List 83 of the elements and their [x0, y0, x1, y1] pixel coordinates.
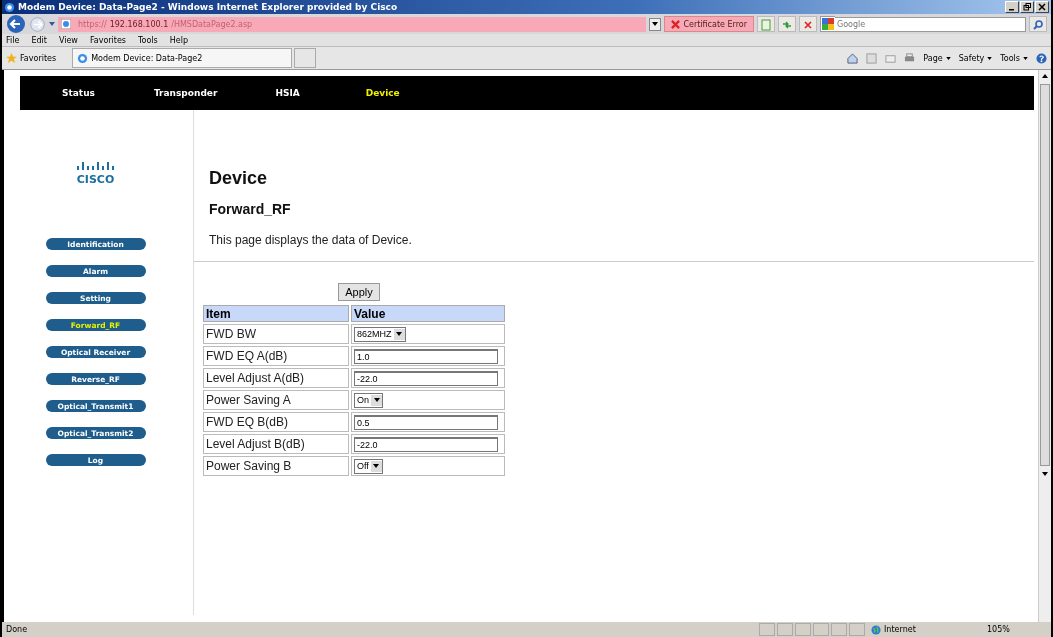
favorites-button[interactable]: Favorites — [6, 52, 57, 64]
caret-icon — [652, 22, 659, 26]
nav-tab[interactable]: Device — [365, 88, 400, 98]
restore-button[interactable] — [1020, 1, 1034, 13]
refresh-icon — [781, 19, 793, 31]
address-field[interactable]: https:// 192.168.100.1 /HMSDataPage2.asp — [58, 16, 647, 32]
input-field[interactable]: 1.0 — [354, 348, 498, 364]
menu-item[interactable]: Edit — [31, 35, 47, 45]
stop-icon — [802, 19, 814, 31]
zoom-level[interactable]: 105% — [987, 625, 1047, 634]
dropdown-caret-icon[interactable] — [49, 22, 55, 26]
close-icon — [1038, 3, 1046, 11]
status-pane — [777, 623, 793, 636]
page-description: This page displays the data of Device. — [209, 233, 413, 247]
restore-icon — [1023, 3, 1031, 11]
dropdown[interactable]: On — [354, 392, 383, 408]
page-icon — [760, 19, 772, 31]
page-title: Device — [209, 168, 269, 189]
caret-icon — [1023, 56, 1028, 60]
status-pane — [813, 623, 829, 636]
page-subtitle: Forward_RF — [209, 201, 292, 217]
caret-icon — [987, 56, 993, 60]
nav-tab[interactable]: HSIA — [275, 88, 300, 98]
home-icon[interactable] — [847, 52, 859, 64]
browser-tab[interactable]: Modem Device: Data-Page2 — [72, 48, 293, 68]
caret-icon — [373, 398, 380, 402]
help-icon[interactable] — [1036, 52, 1047, 64]
command-menu[interactable]: Safety — [958, 53, 993, 63]
certificate-error-button[interactable]: Certificate Error — [664, 16, 754, 32]
page-icon — [61, 19, 71, 29]
command-menu[interactable]: Tools — [1000, 53, 1028, 63]
input-field[interactable]: -22.0 — [354, 370, 498, 386]
table-cell: FWD BW — [203, 324, 349, 344]
apply-button[interactable]: Apply — [338, 283, 380, 301]
error-cross-icon — [671, 19, 681, 29]
scroll-up-icon[interactable] — [1042, 74, 1048, 78]
close-button[interactable] — [1035, 1, 1049, 13]
caret-icon — [373, 464, 380, 468]
star-icon — [6, 52, 17, 64]
table-cell: Power Saving B — [203, 456, 349, 476]
menu-item[interactable]: File — [6, 35, 20, 45]
table-cell: FWD EQ A(dB) — [203, 346, 349, 366]
table-cell: Level Adjust B(dB) — [203, 434, 349, 454]
table-cell: FWD EQ B(dB) — [203, 412, 349, 432]
search-icon — [1032, 19, 1044, 31]
minimize-button[interactable] — [1005, 1, 1019, 13]
search-button[interactable] — [1029, 16, 1047, 32]
command-menu[interactable]: Page — [923, 53, 951, 63]
menu-item[interactable]: Tools — [138, 35, 158, 45]
menu-item[interactable]: View — [58, 35, 78, 45]
stop-button[interactable] — [799, 16, 817, 32]
caret-icon — [945, 56, 951, 60]
nav-tab[interactable]: Status — [62, 88, 95, 98]
vertical-scrollbar[interactable] — [1038, 70, 1051, 622]
back-button[interactable] — [6, 14, 26, 34]
refresh-button[interactable] — [778, 16, 796, 32]
status-pane — [849, 623, 865, 636]
input-field[interactable]: 0.5 — [354, 414, 498, 430]
status-pane — [795, 623, 811, 636]
logo-text: CISCO — [76, 173, 115, 186]
globe-icon — [871, 624, 881, 635]
dropdown[interactable]: 862MHZ — [354, 326, 406, 342]
menu-item[interactable]: Favorites — [89, 35, 126, 45]
input-field[interactable]: -22.0 — [354, 436, 498, 452]
caret-icon — [396, 332, 402, 336]
window-title: Modem Device: Data-Page2 - Windows Internet Explorer provided by Cisco — [18, 2, 399, 12]
address-dropdown-button[interactable] — [649, 17, 662, 31]
menu-item[interactable]: Help — [169, 35, 188, 45]
status-pane — [831, 623, 847, 636]
logo-bars-icon — [75, 160, 116, 172]
dropdown[interactable]: Off — [354, 458, 383, 474]
column-header: Value — [351, 305, 505, 322]
table-cell: Power Saving A — [203, 390, 349, 410]
table-cell: Level Adjust A(dB) — [203, 368, 349, 388]
security-zone: Internet — [871, 624, 981, 635]
scroll-down-icon[interactable] — [1042, 472, 1048, 476]
status-pane — [759, 623, 775, 636]
page-icon — [77, 52, 89, 64]
column-header: Item — [203, 305, 349, 322]
browser-logo-icon — [4, 1, 15, 13]
status-text: Done — [6, 625, 29, 634]
printer-icon[interactable] — [904, 52, 916, 64]
nav-tab[interactable]: Transponder — [153, 88, 218, 98]
